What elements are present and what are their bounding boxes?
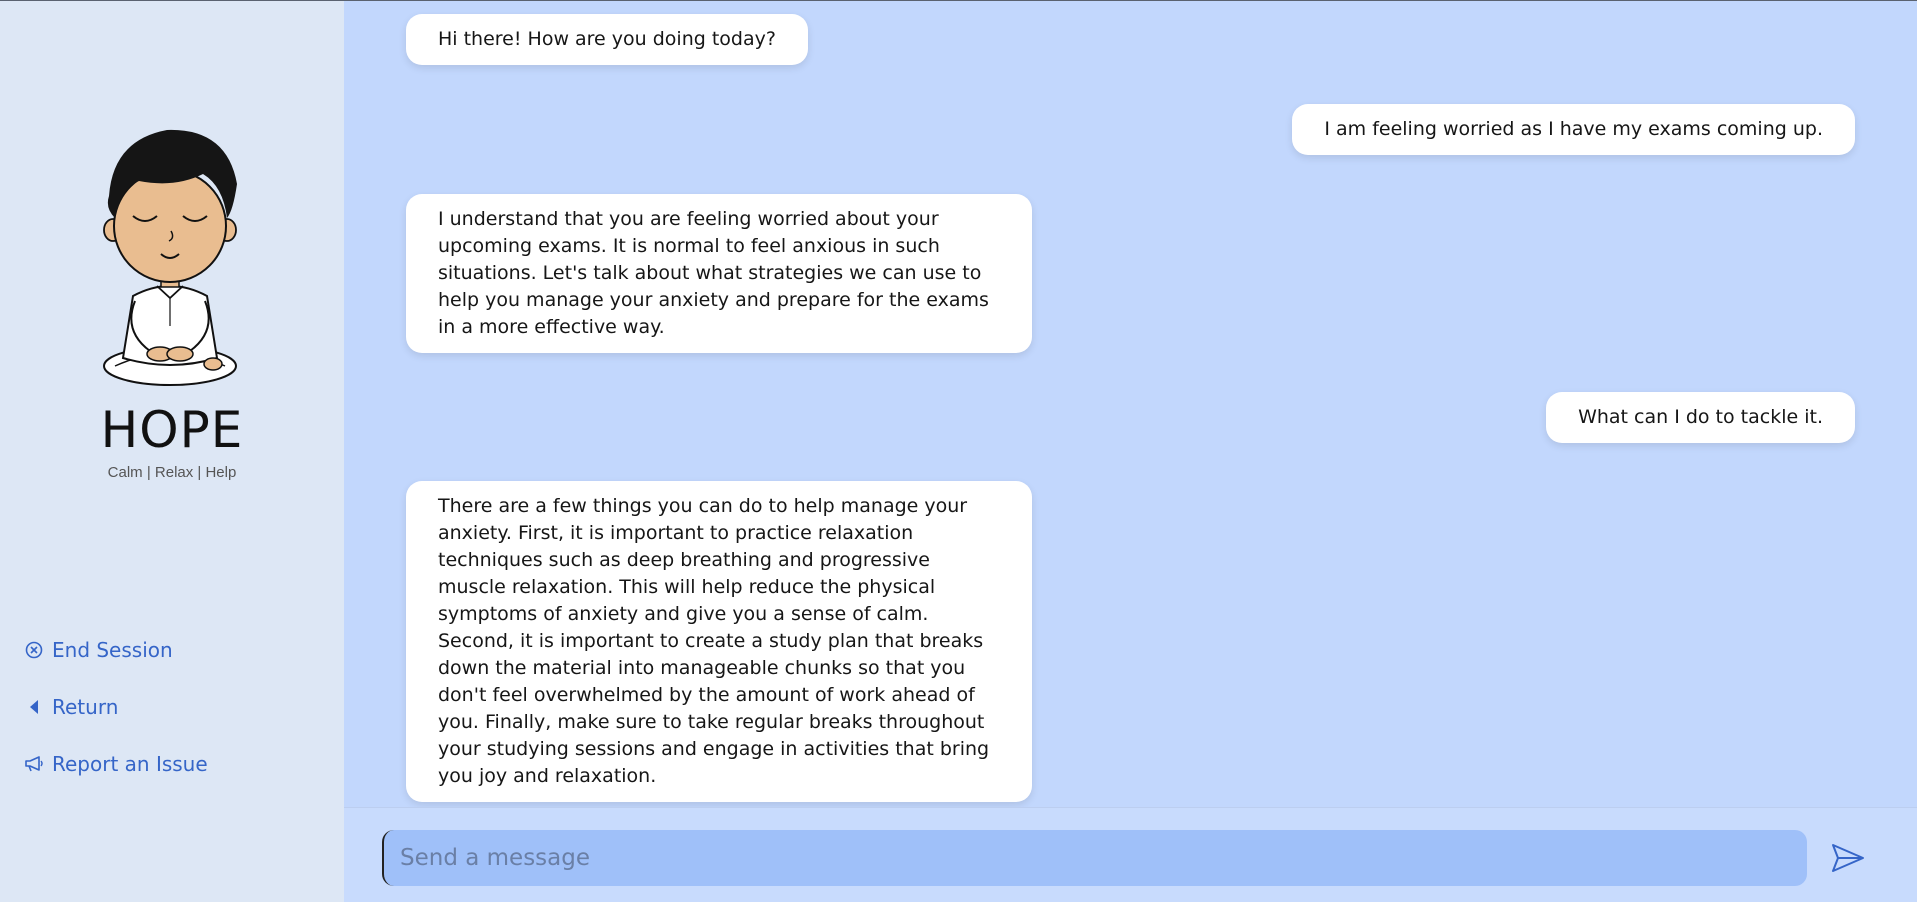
caret-left-icon bbox=[24, 697, 44, 717]
end-session-button[interactable]: End Session bbox=[24, 621, 208, 678]
brand-title: HOPE bbox=[100, 401, 244, 459]
meditating-boy-avatar bbox=[103, 129, 237, 386]
message-bot: I understand that you are feeling worrie… bbox=[406, 194, 1032, 353]
sidebar-nav: End Session Return Report an Issue bbox=[24, 621, 208, 792]
report-issue-label: Report an Issue bbox=[52, 751, 208, 776]
message-bot: There are a few things you can do to hel… bbox=[406, 481, 1032, 802]
brand-tagline: Calm | Relax | Help bbox=[107, 464, 237, 481]
message-user: I am feeling worried as I have my exams … bbox=[1292, 104, 1855, 155]
close-circle-icon bbox=[24, 640, 44, 660]
message-bot: Hi there! How are you doing today? bbox=[406, 14, 808, 65]
chat-panel: Hi there! How are you doing today? I am … bbox=[344, 1, 1917, 902]
megaphone-icon bbox=[24, 754, 44, 774]
send-icon[interactable] bbox=[1830, 841, 1866, 875]
return-button[interactable]: Return bbox=[24, 678, 208, 735]
report-issue-button[interactable]: Report an Issue bbox=[24, 735, 208, 792]
end-session-label: End Session bbox=[52, 637, 173, 662]
app-window: HOPE Calm | Relax | Help End Session Ret… bbox=[0, 0, 1917, 902]
message-composer bbox=[344, 807, 1917, 902]
sidebar: HOPE Calm | Relax | Help End Session Ret… bbox=[0, 1, 344, 902]
message-list: Hi there! How are you doing today? I am … bbox=[344, 1, 1917, 807]
message-input[interactable] bbox=[382, 830, 1807, 886]
return-label: Return bbox=[52, 694, 119, 719]
message-user: What can I do to tackle it. bbox=[1546, 392, 1855, 443]
